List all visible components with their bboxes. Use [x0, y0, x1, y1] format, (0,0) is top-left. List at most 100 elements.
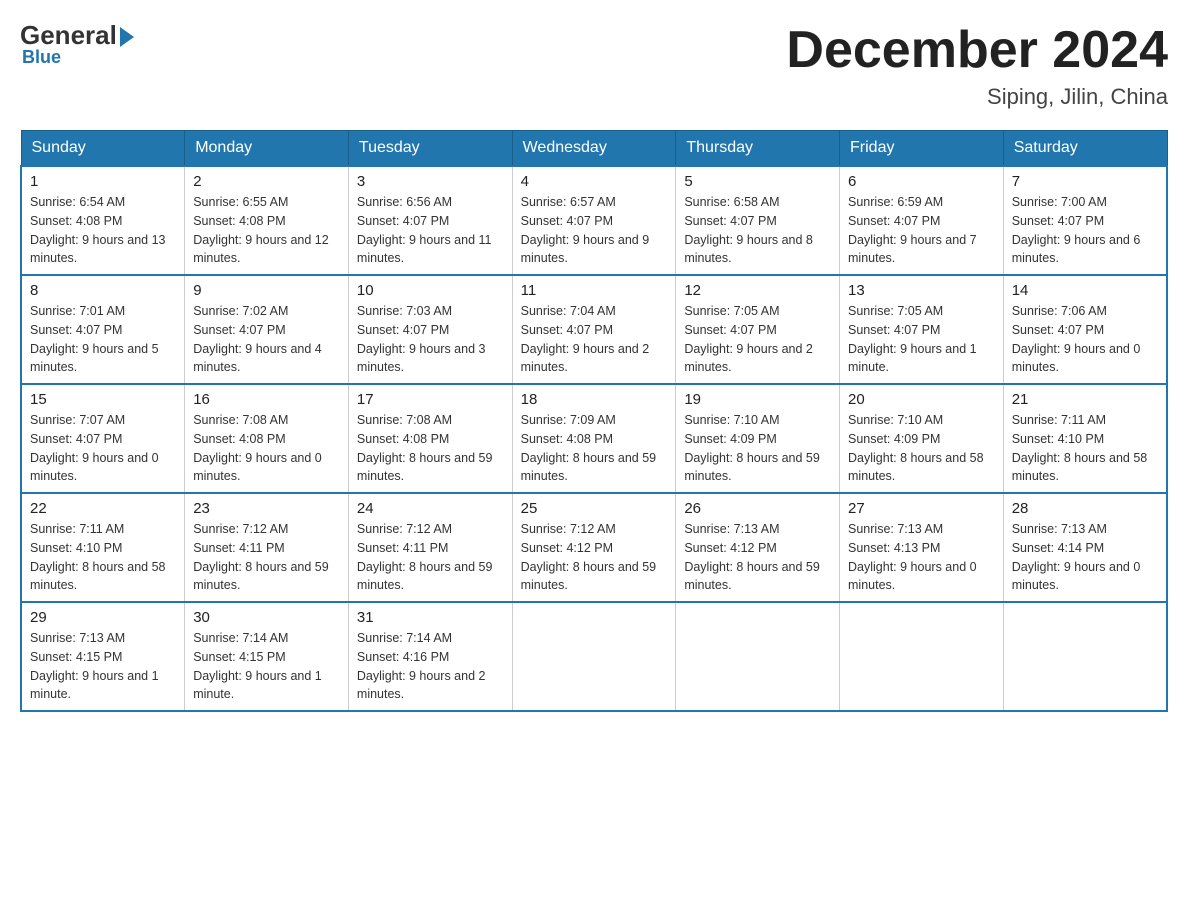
day-info: Sunrise: 7:12 AM Sunset: 4:11 PM Dayligh… — [357, 520, 504, 595]
table-row: 15 Sunrise: 7:07 AM Sunset: 4:07 PM Dayl… — [21, 384, 185, 493]
day-info: Sunrise: 6:58 AM Sunset: 4:07 PM Dayligh… — [684, 193, 831, 268]
day-info: Sunrise: 7:08 AM Sunset: 4:08 PM Dayligh… — [193, 411, 340, 486]
day-number: 6 — [848, 173, 995, 190]
day-number: 26 — [684, 500, 831, 517]
day-number: 10 — [357, 282, 504, 299]
table-row — [840, 602, 1004, 711]
day-info: Sunrise: 7:03 AM Sunset: 4:07 PM Dayligh… — [357, 302, 504, 377]
day-info: Sunrise: 7:08 AM Sunset: 4:08 PM Dayligh… — [357, 411, 504, 486]
logo-arrow-icon — [120, 27, 134, 47]
day-number: 25 — [521, 500, 668, 517]
day-info: Sunrise: 7:14 AM Sunset: 4:16 PM Dayligh… — [357, 629, 504, 704]
calendar-week-row: 22 Sunrise: 7:11 AM Sunset: 4:10 PM Dayl… — [21, 493, 1167, 602]
table-row: 14 Sunrise: 7:06 AM Sunset: 4:07 PM Dayl… — [1003, 275, 1167, 384]
table-row: 13 Sunrise: 7:05 AM Sunset: 4:07 PM Dayl… — [840, 275, 1004, 384]
table-row: 1 Sunrise: 6:54 AM Sunset: 4:08 PM Dayli… — [21, 166, 185, 275]
day-info: Sunrise: 7:07 AM Sunset: 4:07 PM Dayligh… — [30, 411, 176, 486]
title-section: December 2024 Siping, Jilin, China — [786, 20, 1168, 110]
col-sunday: Sunday — [21, 131, 185, 167]
table-row: 27 Sunrise: 7:13 AM Sunset: 4:13 PM Dayl… — [840, 493, 1004, 602]
table-row: 30 Sunrise: 7:14 AM Sunset: 4:15 PM Dayl… — [185, 602, 349, 711]
table-row: 12 Sunrise: 7:05 AM Sunset: 4:07 PM Dayl… — [676, 275, 840, 384]
table-row — [1003, 602, 1167, 711]
day-number: 3 — [357, 173, 504, 190]
logo: General Blue — [20, 20, 134, 68]
table-row: 11 Sunrise: 7:04 AM Sunset: 4:07 PM Dayl… — [512, 275, 676, 384]
table-row: 9 Sunrise: 7:02 AM Sunset: 4:07 PM Dayli… — [185, 275, 349, 384]
col-monday: Monday — [185, 131, 349, 167]
day-number: 17 — [357, 391, 504, 408]
day-number: 11 — [521, 282, 668, 299]
table-row: 20 Sunrise: 7:10 AM Sunset: 4:09 PM Dayl… — [840, 384, 1004, 493]
table-row: 10 Sunrise: 7:03 AM Sunset: 4:07 PM Dayl… — [348, 275, 512, 384]
col-wednesday: Wednesday — [512, 131, 676, 167]
table-row: 21 Sunrise: 7:11 AM Sunset: 4:10 PM Dayl… — [1003, 384, 1167, 493]
day-number: 18 — [521, 391, 668, 408]
table-row: 16 Sunrise: 7:08 AM Sunset: 4:08 PM Dayl… — [185, 384, 349, 493]
table-row — [512, 602, 676, 711]
day-number: 30 — [193, 609, 340, 626]
day-info: Sunrise: 6:57 AM Sunset: 4:07 PM Dayligh… — [521, 193, 668, 268]
day-info: Sunrise: 7:00 AM Sunset: 4:07 PM Dayligh… — [1012, 193, 1158, 268]
table-row: 4 Sunrise: 6:57 AM Sunset: 4:07 PM Dayli… — [512, 166, 676, 275]
calendar-week-row: 15 Sunrise: 7:07 AM Sunset: 4:07 PM Dayl… — [21, 384, 1167, 493]
table-row: 22 Sunrise: 7:11 AM Sunset: 4:10 PM Dayl… — [21, 493, 185, 602]
day-number: 19 — [684, 391, 831, 408]
day-info: Sunrise: 7:04 AM Sunset: 4:07 PM Dayligh… — [521, 302, 668, 377]
day-info: Sunrise: 6:59 AM Sunset: 4:07 PM Dayligh… — [848, 193, 995, 268]
table-row: 25 Sunrise: 7:12 AM Sunset: 4:12 PM Dayl… — [512, 493, 676, 602]
day-number: 29 — [30, 609, 176, 626]
day-info: Sunrise: 7:10 AM Sunset: 4:09 PM Dayligh… — [684, 411, 831, 486]
day-number: 14 — [1012, 282, 1158, 299]
day-number: 9 — [193, 282, 340, 299]
day-number: 1 — [30, 173, 176, 190]
day-info: Sunrise: 7:11 AM Sunset: 4:10 PM Dayligh… — [1012, 411, 1158, 486]
day-number: 16 — [193, 391, 340, 408]
month-title: December 2024 — [786, 20, 1168, 80]
day-info: Sunrise: 7:11 AM Sunset: 4:10 PM Dayligh… — [30, 520, 176, 595]
table-row: 28 Sunrise: 7:13 AM Sunset: 4:14 PM Dayl… — [1003, 493, 1167, 602]
day-number: 31 — [357, 609, 504, 626]
day-info: Sunrise: 7:13 AM Sunset: 4:12 PM Dayligh… — [684, 520, 831, 595]
day-number: 5 — [684, 173, 831, 190]
table-row: 7 Sunrise: 7:00 AM Sunset: 4:07 PM Dayli… — [1003, 166, 1167, 275]
table-row: 19 Sunrise: 7:10 AM Sunset: 4:09 PM Dayl… — [676, 384, 840, 493]
day-info: Sunrise: 7:06 AM Sunset: 4:07 PM Dayligh… — [1012, 302, 1158, 377]
day-number: 21 — [1012, 391, 1158, 408]
day-number: 13 — [848, 282, 995, 299]
table-row: 2 Sunrise: 6:55 AM Sunset: 4:08 PM Dayli… — [185, 166, 349, 275]
table-row: 8 Sunrise: 7:01 AM Sunset: 4:07 PM Dayli… — [21, 275, 185, 384]
table-row: 26 Sunrise: 7:13 AM Sunset: 4:12 PM Dayl… — [676, 493, 840, 602]
logo-tagline: Blue — [22, 47, 61, 68]
day-number: 7 — [1012, 173, 1158, 190]
day-number: 24 — [357, 500, 504, 517]
day-info: Sunrise: 7:13 AM Sunset: 4:15 PM Dayligh… — [30, 629, 176, 704]
table-row: 23 Sunrise: 7:12 AM Sunset: 4:11 PM Dayl… — [185, 493, 349, 602]
day-number: 20 — [848, 391, 995, 408]
page-header: General Blue December 2024 Siping, Jilin… — [20, 20, 1168, 110]
col-saturday: Saturday — [1003, 131, 1167, 167]
day-number: 27 — [848, 500, 995, 517]
day-number: 4 — [521, 173, 668, 190]
day-info: Sunrise: 7:14 AM Sunset: 4:15 PM Dayligh… — [193, 629, 340, 704]
table-row: 17 Sunrise: 7:08 AM Sunset: 4:08 PM Dayl… — [348, 384, 512, 493]
calendar-header-row: Sunday Monday Tuesday Wednesday Thursday… — [21, 131, 1167, 167]
table-row: 6 Sunrise: 6:59 AM Sunset: 4:07 PM Dayli… — [840, 166, 1004, 275]
table-row — [676, 602, 840, 711]
calendar-week-row: 8 Sunrise: 7:01 AM Sunset: 4:07 PM Dayli… — [21, 275, 1167, 384]
day-number: 15 — [30, 391, 176, 408]
day-info: Sunrise: 7:12 AM Sunset: 4:11 PM Dayligh… — [193, 520, 340, 595]
day-info: Sunrise: 6:56 AM Sunset: 4:07 PM Dayligh… — [357, 193, 504, 268]
table-row: 29 Sunrise: 7:13 AM Sunset: 4:15 PM Dayl… — [21, 602, 185, 711]
day-number: 23 — [193, 500, 340, 517]
table-row: 3 Sunrise: 6:56 AM Sunset: 4:07 PM Dayli… — [348, 166, 512, 275]
table-row: 24 Sunrise: 7:12 AM Sunset: 4:11 PM Dayl… — [348, 493, 512, 602]
day-info: Sunrise: 7:05 AM Sunset: 4:07 PM Dayligh… — [684, 302, 831, 377]
day-info: Sunrise: 7:05 AM Sunset: 4:07 PM Dayligh… — [848, 302, 995, 377]
day-info: Sunrise: 7:13 AM Sunset: 4:14 PM Dayligh… — [1012, 520, 1158, 595]
table-row: 5 Sunrise: 6:58 AM Sunset: 4:07 PM Dayli… — [676, 166, 840, 275]
table-row: 31 Sunrise: 7:14 AM Sunset: 4:16 PM Dayl… — [348, 602, 512, 711]
table-row: 18 Sunrise: 7:09 AM Sunset: 4:08 PM Dayl… — [512, 384, 676, 493]
day-info: Sunrise: 7:10 AM Sunset: 4:09 PM Dayligh… — [848, 411, 995, 486]
location-text: Siping, Jilin, China — [786, 84, 1168, 110]
